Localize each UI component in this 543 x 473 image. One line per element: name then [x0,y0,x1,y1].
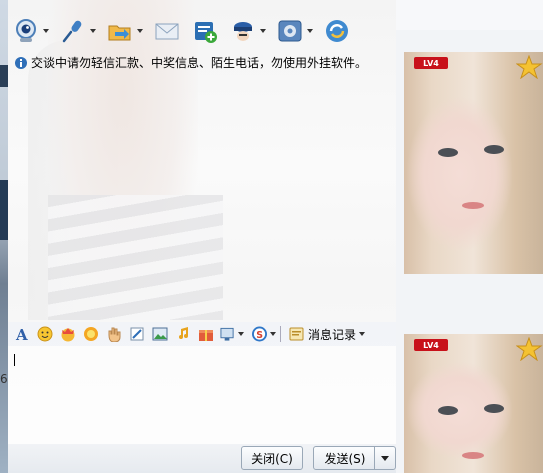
photo-eye [438,406,458,415]
sync-button[interactable] [323,17,351,45]
side-header [396,0,543,30]
message-history-icon [289,327,304,341]
soso-search-icon: S [252,326,267,342]
pen-icon [130,327,144,341]
contact-show-panel: LV4 LV4 [396,0,543,473]
nudge-button[interactable] [105,325,123,343]
hand-icon [108,327,121,342]
message-input[interactable] [8,346,396,444]
send-file-icon [106,17,134,45]
level-badge: LV4 [414,57,448,69]
screenshot-button[interactable] [220,325,244,343]
background-photo-shirt [48,195,223,320]
send-options-button[interactable] [374,446,396,470]
voice-call-button[interactable] [59,17,96,45]
gift-button[interactable] [197,325,215,343]
message-history-label: 消息记录 [308,327,357,342]
svg-text:A: A [15,326,28,342]
contact-photo [404,52,543,274]
emoji-button[interactable] [36,325,54,343]
font-icon: A [15,326,28,342]
security-notice: 交谈中请勿轻信汇款、中奖信息、陌生电话，勿使用外挂软件。 [14,54,367,71]
animated-emoji-icon [84,327,98,341]
chevron-down-icon[interactable] [43,29,49,33]
music-note-icon [179,327,188,339]
chevron-down-icon[interactable] [260,29,266,33]
chevron-down-icon[interactable] [270,332,276,336]
action-bar: 关闭(C) 发送(S) [8,444,396,473]
screenshot-icon [220,327,234,341]
add-contact-button[interactable] [191,17,219,45]
format-toolbar: A S 消息记录 [8,322,396,346]
webcam-icon [12,17,40,45]
photo-eye [438,148,458,157]
level-badge: LV4 [414,339,448,351]
chevron-down-icon[interactable] [359,332,366,336]
contact-avatar-show[interactable]: LV4 [404,334,543,473]
animated-emoji-button[interactable] [82,325,100,343]
gift-icon [199,330,213,341]
magic-emoji-icon [61,328,75,342]
security-notice-text: 交谈中请勿轻信汇款、中奖信息、陌生电话，勿使用外挂软件。 [31,56,368,70]
background-text-fragment: 6 [0,372,8,386]
settings-button[interactable] [276,17,313,45]
font-button[interactable]: A [13,325,31,343]
image-button[interactable] [151,325,169,343]
smiley-icon [37,326,53,342]
photo-lips [462,202,484,209]
chevron-down-icon [381,455,389,461]
chat-toolbar [12,14,361,48]
video-call-button[interactable] [12,17,49,45]
chevron-down-icon[interactable] [90,29,96,33]
chevron-down-icon[interactable] [238,332,244,336]
toolbar-divider [280,326,281,342]
photo-eye [484,404,504,413]
contact-avatar-show[interactable]: LV4 [404,52,543,274]
microphone-icon [59,17,87,45]
star-level-icon [516,55,543,79]
handwriting-button[interactable] [128,325,146,343]
chat-window: 6 交谈中请勿轻信汇款、中奖信息、陌生电话，勿使用外挂软件。 A S 消息记录 … [0,0,543,473]
settings-icon [276,17,304,45]
star-level-icon [516,337,543,361]
email-icon [153,17,181,45]
magic-emoji-button[interactable] [59,325,77,343]
info-shield-icon [14,56,28,70]
text-caret [14,354,15,366]
svg-text:S: S [256,330,263,341]
close-button[interactable]: 关闭(C) [241,446,303,470]
apps-button[interactable] [229,17,266,45]
send-file-button[interactable] [106,17,143,45]
apps-icon [229,17,257,45]
refresh-icon [323,17,351,45]
search-button[interactable]: S [252,325,276,343]
image-icon [152,327,168,341]
chevron-down-icon[interactable] [307,29,313,33]
send-button[interactable]: 发送(S) [313,446,377,470]
photo-eye [484,145,504,154]
photo-lips [462,452,484,459]
chevron-down-icon[interactable] [137,29,143,33]
email-button[interactable] [153,17,181,45]
add-contact-icon [191,17,219,45]
music-button[interactable] [174,325,192,343]
message-history-button[interactable]: 消息记录 [289,326,366,343]
